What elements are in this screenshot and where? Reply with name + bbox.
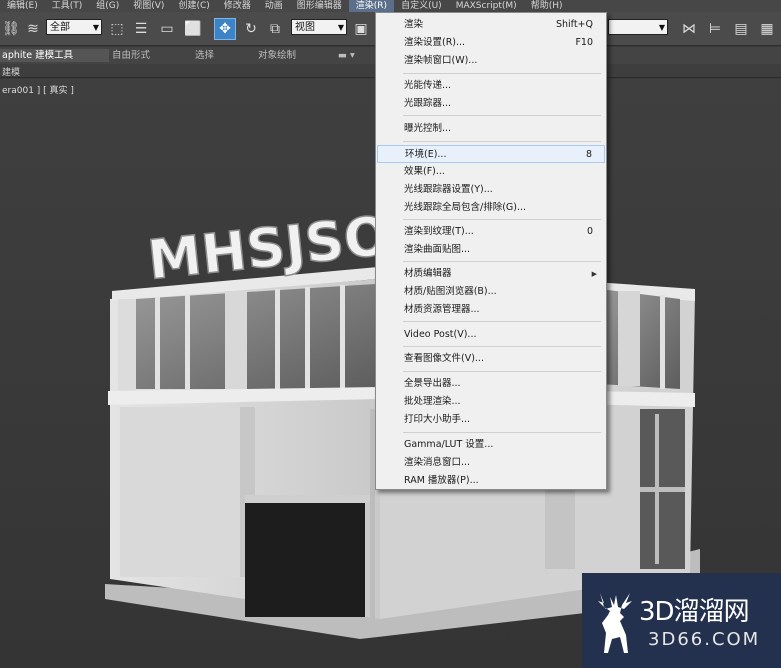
menu-separator	[403, 346, 601, 347]
select-object-icon[interactable]: ⬚	[106, 18, 128, 40]
bind-space-warp-icon[interactable]: ≋	[22, 18, 44, 40]
tab-freeform[interactable]: 自由形式	[112, 49, 150, 62]
menu-item-ram-player[interactable]: RAM 播放器(P)...	[377, 472, 605, 490]
menu-edit[interactable]: 编辑(E)	[0, 0, 45, 12]
select-and-scale-icon[interactable]: ⧉	[264, 18, 286, 40]
menu-separator	[403, 73, 601, 74]
reference-coord-dropdown[interactable]: 视图 ▼	[291, 19, 347, 35]
menu-separator	[403, 141, 601, 142]
menu-item-render[interactable]: 渲染 Shift+Q	[377, 16, 605, 34]
menu-group[interactable]: 组(G)	[89, 0, 126, 12]
chevron-down-icon: ▼	[658, 23, 665, 32]
menu-maxscript[interactable]: MAXScript(M)	[449, 0, 524, 12]
deer-logo-icon	[598, 593, 632, 653]
graphite-toggle-icon[interactable]: ▦	[756, 18, 778, 40]
menu-item-raytracer-settings[interactable]: 光线跟踪器设置(Y)...	[377, 181, 605, 199]
chevron-down-icon: ▼	[337, 23, 344, 32]
menu-separator	[403, 371, 601, 372]
window-crossing-icon[interactable]: ⬜	[182, 18, 204, 40]
watermark-logo: 3D溜溜网 3D66.COM	[582, 573, 781, 668]
submenu-arrow-icon: ▶	[591, 270, 597, 278]
app-window: 编辑(E) 工具(T) 组(G) 视图(V) 创建(C) 修改器 动画 图形编辑…	[0, 0, 781, 668]
select-and-move-icon[interactable]: ✥	[214, 18, 236, 40]
menu-create[interactable]: 创建(C)	[171, 0, 216, 12]
pivot-center-icon[interactable]: ▣	[350, 18, 372, 40]
tab-object-paint[interactable]: 对象绘制	[258, 49, 296, 62]
menu-separator	[403, 219, 601, 220]
menu-item-print-size-assistant[interactable]: 打印大小助手...	[377, 411, 605, 429]
menu-separator	[403, 115, 601, 116]
menu-item-video-post[interactable]: Video Post(V)...	[377, 326, 605, 344]
watermark-url: 3D66.COM	[648, 629, 761, 650]
menu-item-raytrace-include-exclude[interactable]: 光线跟踪全局包含/排除(G)...	[377, 199, 605, 217]
tab-graphite-modeling[interactable]: aphite 建模工具	[0, 49, 110, 62]
menu-item-batch-render[interactable]: 批处理渲染...	[377, 393, 605, 411]
menu-help[interactable]: 帮助(H)	[524, 0, 570, 12]
menu-modifiers[interactable]: 修改器	[217, 0, 258, 12]
menu-view[interactable]: 视图(V)	[126, 0, 171, 12]
viewport-label[interactable]: era001 ] [ 真实 ]	[2, 83, 74, 96]
menu-item-render-setup[interactable]: 渲染设置(R)... F10	[377, 34, 605, 52]
menu-item-material-map-browser[interactable]: 材质/贴图浏览器(B)...	[377, 283, 605, 301]
menu-tools[interactable]: 工具(T)	[45, 0, 90, 12]
menu-item-exposure-control[interactable]: 曝光控制...	[377, 120, 605, 138]
menu-customize[interactable]: 自定义(U)	[394, 0, 449, 12]
menu-item-effects[interactable]: 效果(F)...	[377, 163, 605, 181]
named-selection-dropdown[interactable]: ▼	[608, 19, 668, 35]
menu-item-light-tracer[interactable]: 光跟踪器...	[377, 95, 605, 113]
ribbon-options-icon[interactable]: ▬ ▾	[338, 49, 355, 62]
watermark-title: 3D溜溜网	[639, 597, 750, 627]
selection-filter-value: 全部	[50, 22, 70, 33]
menu-item-material-editor[interactable]: 材质编辑器 ▶	[377, 265, 605, 283]
menu-bar: 编辑(E) 工具(T) 组(G) 视图(V) 创建(C) 修改器 动画 图形编辑…	[0, 0, 781, 12]
chevron-down-icon: ▼	[92, 23, 99, 32]
menu-rendering[interactable]: 渲染(R)	[348, 0, 395, 12]
menu-item-render-frame-window[interactable]: 渲染帧窗口(W)...	[377, 52, 605, 70]
rectangular-selection-icon[interactable]: ▭	[156, 18, 178, 40]
menu-item-render-message-window[interactable]: 渲染消息窗口...	[377, 454, 605, 472]
menu-separator	[403, 432, 601, 433]
menu-item-material-explorer[interactable]: 材质资源管理器...	[377, 301, 605, 319]
ribbon-panel-label[interactable]: 建模	[2, 65, 20, 78]
reference-coord-value: 视图	[295, 22, 315, 33]
menu-separator	[403, 321, 601, 322]
rendering-menu: 渲染 Shift+Q 渲染设置(R)... F10 渲染帧窗口(W)... 光能…	[375, 12, 607, 490]
layer-manager-icon[interactable]: ▤	[730, 18, 752, 40]
menu-animation[interactable]: 动画	[258, 0, 290, 12]
menu-graph-editors[interactable]: 图形编辑器	[290, 0, 349, 12]
select-and-rotate-icon[interactable]: ↻	[240, 18, 262, 40]
link-icon[interactable]: ⛓	[0, 18, 22, 40]
menu-item-render-surface-map[interactable]: 渲染曲面贴图...	[377, 241, 605, 259]
menu-item-environment[interactable]: 环境(E)... 8	[377, 145, 605, 163]
selection-filter-dropdown[interactable]: 全部 ▼	[46, 19, 102, 35]
mirror-icon[interactable]: ⋈	[678, 18, 700, 40]
menu-item-panorama-exporter[interactable]: 全景导出器...	[377, 375, 605, 393]
menu-item-render-to-texture[interactable]: 渲染到纹理(T)... 0	[377, 223, 605, 241]
menu-item-radiosity[interactable]: 光能传递...	[377, 77, 605, 95]
menu-item-view-image-file[interactable]: 查看图像文件(V)...	[377, 350, 605, 368]
menu-separator	[403, 261, 601, 262]
menu-item-gamma-lut[interactable]: Gamma/LUT 设置...	[377, 436, 605, 454]
tab-selection[interactable]: 选择	[195, 49, 214, 62]
align-icon[interactable]: ⊨	[704, 18, 726, 40]
select-by-name-icon[interactable]: ☰	[130, 18, 152, 40]
